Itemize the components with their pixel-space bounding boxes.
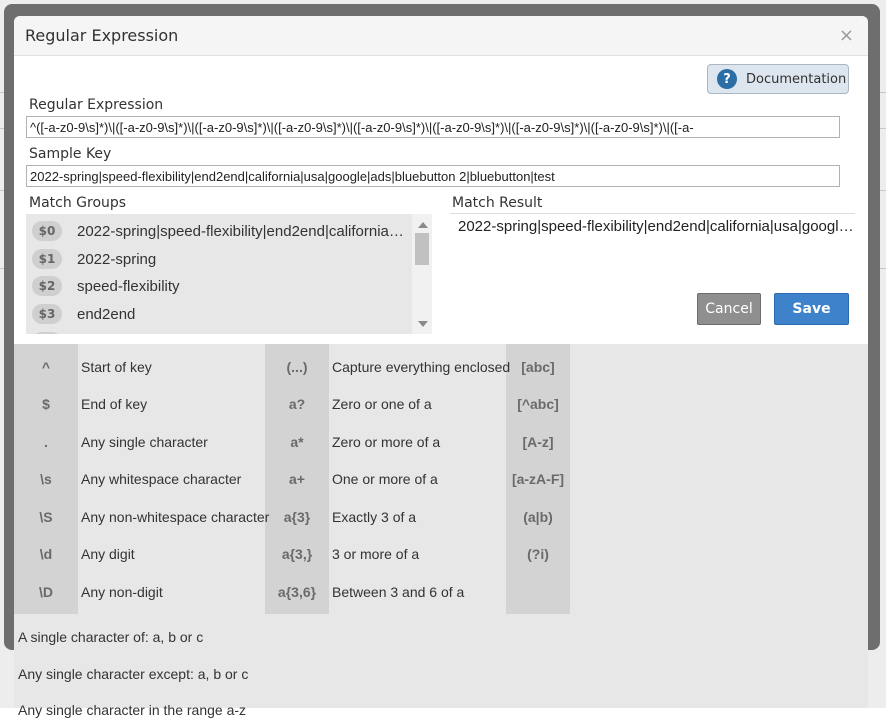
group-badge: $0 bbox=[32, 221, 62, 241]
match-groups-label: Match Groups bbox=[29, 195, 127, 211]
cheatsheet-description: Exactly 3 of a bbox=[332, 509, 417, 525]
cheatsheet-description: Any non-digit bbox=[81, 584, 163, 600]
cheatsheet-symbol: \S bbox=[39, 509, 53, 525]
groups-scrollbar[interactable] bbox=[412, 214, 432, 334]
regex-cheatsheet: ^ Start of key $ End of key . Any single… bbox=[14, 344, 868, 718]
cheatsheet-description: Any single character bbox=[81, 434, 208, 450]
cheatsheet-symbol: [A-z] bbox=[522, 434, 554, 450]
group-text: end2end bbox=[77, 305, 136, 323]
sample-key-input[interactable]: 2022-spring|speed-flexibility|end2end|ca… bbox=[26, 165, 840, 187]
match-groups-list[interactable]: $0 2022-spring|speed-flexibility|end2end… bbox=[26, 214, 432, 334]
scroll-down-icon[interactable] bbox=[418, 321, 428, 327]
close-icon[interactable]: × bbox=[839, 25, 854, 46]
cheatsheet-symbol: . bbox=[44, 434, 48, 450]
help-icon: ? bbox=[717, 69, 737, 89]
regex-label: Regular Expression bbox=[29, 97, 164, 113]
cheatsheet-description: Zero or one of a bbox=[332, 396, 432, 412]
list-item[interactable]: $2 speed-flexibility bbox=[26, 272, 416, 300]
cheatsheet-description: Start of key bbox=[81, 359, 152, 375]
cheatsheet-symbol: a{3,} bbox=[281, 546, 313, 562]
documentation-label: Documentation bbox=[746, 71, 847, 87]
cheatsheet-symbol: a{3} bbox=[283, 509, 311, 525]
cheatsheet-description: Zero or more of a bbox=[332, 434, 441, 450]
cancel-button[interactable]: Cancel bbox=[697, 293, 761, 325]
group-badge: $1 bbox=[32, 249, 62, 269]
group-badge: $2 bbox=[32, 276, 62, 296]
list-item[interactable]: $0 2022-spring|speed-flexibility|end2end… bbox=[26, 217, 416, 245]
cheatsheet-note: A single character of: a, b or c bbox=[18, 629, 204, 645]
cheatsheet-description: Capture everything enclosed bbox=[332, 359, 511, 375]
group-badge: $3 bbox=[32, 304, 62, 324]
cheatsheet-note: Any single character in the range a-z bbox=[18, 702, 247, 718]
cheatsheet-symbol: \d bbox=[39, 546, 53, 562]
cheatsheet-symbol: a? bbox=[288, 396, 306, 412]
cheatsheet-symbol: (?i) bbox=[527, 546, 549, 562]
cheatsheet-symbol: \s bbox=[40, 471, 52, 487]
cheatsheet-description: End of key bbox=[81, 396, 148, 412]
match-result-value: 2022-spring|speed-flexibility|end2end|ca… bbox=[450, 213, 855, 237]
cheatsheet-description: 3 or more of a bbox=[332, 546, 420, 562]
list-item[interactable]: $4 california bbox=[26, 328, 416, 334]
regex-dialog: Regular Expression × ? Documentation Reg… bbox=[14, 16, 868, 344]
cheatsheet-description: Any whitespace character bbox=[81, 471, 242, 487]
group-text: california bbox=[77, 334, 137, 335]
cheatsheet-symbol: [^abc] bbox=[517, 396, 559, 412]
documentation-button[interactable]: ? Documentation bbox=[707, 64, 849, 94]
match-result-label: Match Result bbox=[452, 195, 543, 211]
cheatsheet-symbol: a* bbox=[290, 434, 304, 450]
dialog-title: Regular Expression bbox=[25, 26, 179, 45]
dialog-header: Regular Expression × bbox=[14, 16, 868, 56]
cheatsheet-description: Any non-whitespace character bbox=[81, 509, 270, 525]
cheatsheet-symbol: $ bbox=[42, 396, 50, 412]
cheatsheet-symbol: [abc] bbox=[521, 359, 555, 375]
cheatsheet-symbol: ^ bbox=[41, 359, 51, 375]
cheatsheet-symbol: [a-zA-F] bbox=[511, 471, 565, 487]
cheatsheet-symbol: a+ bbox=[289, 471, 305, 487]
group-text: speed-flexibility bbox=[77, 277, 180, 295]
cheatsheet-symbol: (a|b) bbox=[523, 509, 553, 525]
scroll-thumb[interactable] bbox=[415, 233, 429, 265]
cheatsheet-symbol: (...) bbox=[286, 359, 308, 375]
scroll-up-icon[interactable] bbox=[418, 222, 428, 228]
cheatsheet-note: Any single character except: a, b or c bbox=[18, 666, 249, 682]
group-text: 2022-spring|speed-flexibility|end2end|ca… bbox=[77, 222, 407, 240]
list-item[interactable]: $3 end2end bbox=[26, 300, 416, 328]
cheatsheet-description: One or more of a bbox=[332, 471, 438, 487]
list-item[interactable]: $1 2022-spring bbox=[26, 245, 416, 273]
cheatsheet-description: Any digit bbox=[81, 546, 135, 562]
cheatsheet-description: Between 3 and 6 of a bbox=[332, 584, 465, 600]
cheatsheet-symbol: a{3,6} bbox=[277, 584, 317, 600]
save-button[interactable]: Save bbox=[774, 293, 849, 325]
sample-key-label: Sample Key bbox=[29, 146, 112, 162]
group-text: 2022-spring bbox=[77, 250, 157, 268]
group-badge: $4 bbox=[32, 332, 62, 334]
cheatsheet-symbol: \D bbox=[39, 584, 53, 600]
regex-input[interactable]: ^([-a-z0-9\s]*)\|([-a-z0-9\s]*)\|([-a-z0… bbox=[26, 116, 840, 138]
